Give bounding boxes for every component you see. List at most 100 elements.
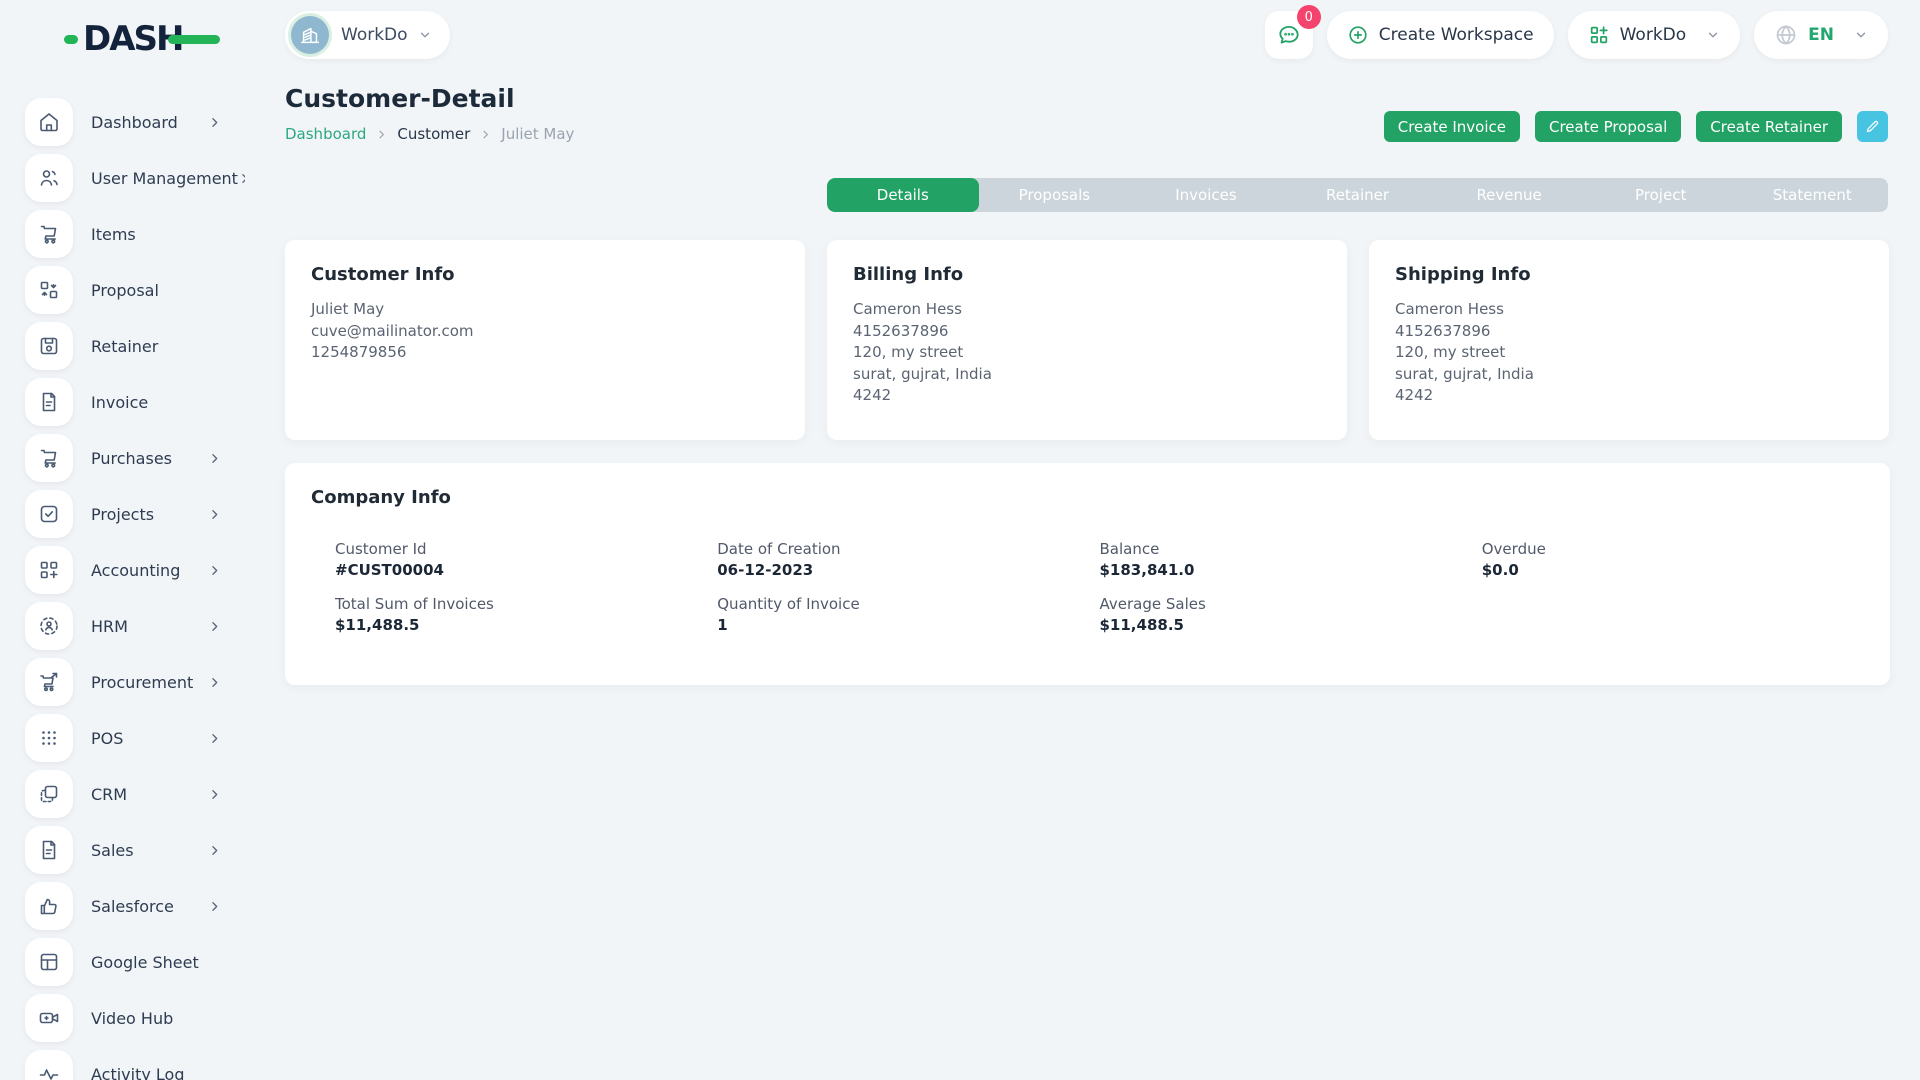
field-label: Customer Id [335, 540, 717, 558]
activity-pulse-icon [25, 1050, 73, 1080]
sidebar-item-video-hub[interactable]: Video Hub [25, 994, 245, 1042]
chevron-down-icon [418, 28, 432, 42]
sidebar-item-user-management[interactable]: User Management [25, 154, 245, 202]
customer-name: Juliet May [311, 299, 779, 321]
sidebar-item-label: Dashboard [91, 113, 178, 132]
pencil-icon [1865, 119, 1880, 134]
detail-tabs: Details Proposals Invoices Retainer Reve… [827, 178, 1888, 212]
chevron-right-icon [208, 732, 221, 745]
breadcrumb-dashboard-link[interactable]: Dashboard [285, 125, 366, 143]
sidebar-item-label: Accounting [91, 561, 180, 580]
language-selector[interactable]: EN [1754, 11, 1888, 59]
customer-email: cuve@mailinator.com [311, 321, 779, 343]
customer-phone: 1254879856 [311, 342, 779, 364]
sidebar-item-accounting[interactable]: Accounting [25, 546, 245, 594]
sidebar-item-proposal[interactable]: Proposal [25, 266, 245, 314]
sidebar-item-projects[interactable]: Projects [25, 490, 245, 538]
field-label: Overdue [1482, 540, 1864, 558]
workdo-menu-label: WorkDo [1620, 25, 1687, 45]
sidebar-item-pos[interactable]: POS [25, 714, 245, 762]
sidebar-item-procurement[interactable]: Procurement [25, 658, 245, 706]
swap-squares-icon [25, 266, 73, 314]
grid-plus-icon [1588, 24, 1610, 46]
shipping-phone: 4152637896 [1395, 321, 1863, 343]
workdo-menu-button[interactable]: WorkDo [1568, 11, 1741, 59]
sidebar-item-items[interactable]: Items [25, 210, 245, 258]
sidebar-item-invoice[interactable]: Invoice [25, 378, 245, 426]
tab-details[interactable]: Details [827, 178, 979, 212]
chevron-right-icon [208, 452, 221, 465]
cart-icon [25, 434, 73, 482]
topbar-right-cluster: 0 Create Workspace WorkDo [1265, 11, 1888, 59]
field-value: 06-12-2023 [717, 561, 1099, 579]
sidebar-item-label: HRM [91, 617, 128, 636]
sidebar-item-google-sheet[interactable]: Google Sheet [25, 938, 245, 986]
workspace-selector[interactable]: WorkDo [285, 11, 450, 59]
create-invoice-button[interactable]: Create Invoice [1384, 111, 1520, 142]
billing-city: surat, gujrat, India [853, 364, 1321, 386]
card-title: Shipping Info [1395, 264, 1863, 285]
person-dashed-circle-icon [25, 602, 73, 650]
card-title: Customer Info [311, 264, 779, 285]
tab-retainer[interactable]: Retainer [1282, 178, 1434, 212]
main-content: Customer-Detail Dashboard Customer Julie… [285, 70, 1890, 685]
language-current: EN [1808, 25, 1834, 45]
sidebar-item-salesforce[interactable]: Salesforce [25, 882, 245, 930]
sidebar-item-label: Invoice [91, 393, 148, 412]
sidebar-item-label: CRM [91, 785, 127, 804]
shipping-street: 120, my street [1395, 342, 1863, 364]
check-square-icon [25, 490, 73, 538]
home-icon [25, 98, 73, 146]
chevron-right-icon [480, 129, 491, 140]
info-cards-row: Customer Info Juliet May cuve@mailinator… [285, 240, 1890, 440]
messages-button[interactable]: 0 [1265, 11, 1313, 59]
sidebar-item-purchases[interactable]: Purchases [25, 434, 245, 482]
field-label: Balance [1100, 540, 1482, 558]
cart-arrow-icon [25, 658, 73, 706]
floppy-icon [25, 322, 73, 370]
tab-statement[interactable]: Statement [1736, 178, 1888, 212]
sidebar-item-sales[interactable]: Sales [25, 826, 245, 874]
create-proposal-button[interactable]: Create Proposal [1535, 111, 1681, 142]
tab-revenue[interactable]: Revenue [1433, 178, 1585, 212]
sidebar-item-dashboard[interactable]: Dashboard [25, 98, 245, 146]
sidebar-item-label: User Management [91, 169, 238, 188]
field-value: $183,841.0 [1100, 561, 1482, 579]
edit-customer-button[interactable] [1857, 111, 1888, 142]
tab-proposals[interactable]: Proposals [979, 178, 1131, 212]
field-label: Average Sales [1100, 595, 1482, 613]
video-camera-icon [25, 994, 73, 1042]
sidebar-item-label: Video Hub [91, 1009, 173, 1028]
globe-icon [1774, 23, 1798, 47]
overlap-squares-icon [25, 770, 73, 818]
building-icon [291, 16, 329, 54]
create-workspace-button[interactable]: Create Workspace [1327, 11, 1554, 59]
chevron-right-icon [208, 116, 221, 129]
company-info-grid: Customer Id #CUST00004 Date of Creation … [335, 540, 1864, 634]
tab-project[interactable]: Project [1585, 178, 1737, 212]
sidebar-item-label: Google Sheet [91, 953, 199, 972]
tab-invoices[interactable]: Invoices [1130, 178, 1282, 212]
breadcrumb-current: Juliet May [501, 125, 574, 143]
sidebar-item-retainer[interactable]: Retainer [25, 322, 245, 370]
sidebar-item-label: Sales [91, 841, 134, 860]
chevron-down-icon [1706, 28, 1720, 42]
sidebar-item-hrm[interactable]: HRM [25, 602, 245, 650]
sidebar-item-activity-log[interactable]: Activity Log [25, 1050, 245, 1080]
chevron-right-icon [208, 788, 221, 801]
cart-icon [25, 210, 73, 258]
billing-name: Cameron Hess [853, 299, 1321, 321]
messages-count-badge: 0 [1297, 5, 1321, 29]
page-header: Customer-Detail Dashboard Customer Julie… [285, 70, 1890, 170]
file-icon [25, 378, 73, 426]
sidebar-item-crm[interactable]: CRM [25, 770, 245, 818]
create-retainer-button[interactable]: Create Retainer [1696, 111, 1842, 142]
sidebar-item-label: Proposal [91, 281, 159, 300]
field-value: 1 [717, 616, 1099, 634]
sidebar-nav: Dashboard User Management Items Proposal [0, 70, 245, 1080]
users-icon [25, 154, 73, 202]
shipping-city: surat, gujrat, India [1395, 364, 1863, 386]
topbar: DASH WorkDo 0 [0, 0, 1920, 70]
field-value: $0.0 [1482, 561, 1864, 579]
breadcrumb-customer-link[interactable]: Customer [397, 125, 470, 143]
